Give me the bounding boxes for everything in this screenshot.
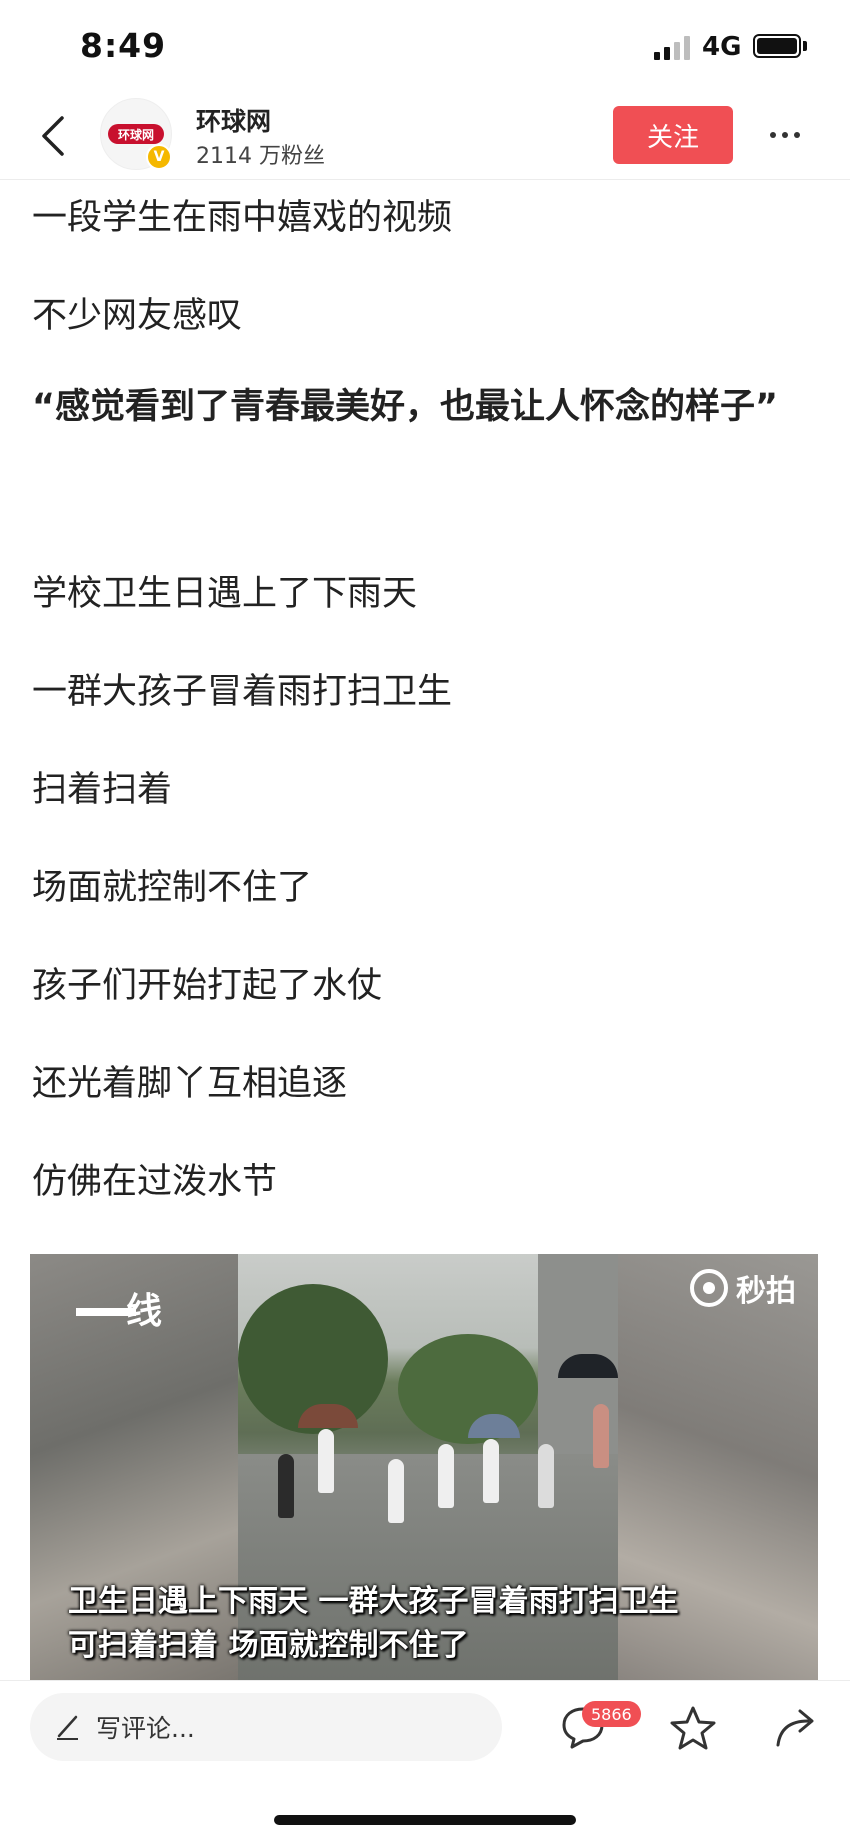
pencil-icon bbox=[57, 1715, 78, 1740]
video-subtitle: 可扫着扫着 场面就控制不住了 bbox=[68, 1628, 469, 1663]
battery-tip bbox=[803, 41, 807, 51]
comment-input[interactable]: 写评论... bbox=[30, 1693, 502, 1761]
network-label: 4G bbox=[702, 32, 742, 62]
more-button[interactable] bbox=[760, 112, 810, 158]
paragraph: 仿佛在过泼水节 bbox=[32, 1162, 278, 1202]
battery-icon bbox=[753, 34, 801, 58]
paragraph: 场面就控制不住了 bbox=[32, 868, 313, 908]
bottom-action-bar: 写评论... 5866 bbox=[0, 1680, 850, 1840]
paragraph: 孩子们开始打起了水仗 bbox=[32, 966, 383, 1006]
channel-logo: 线 bbox=[76, 1274, 176, 1334]
comment-count-badge: 5866 bbox=[582, 1701, 641, 1727]
star-icon bbox=[670, 1706, 716, 1750]
signal-icon bbox=[654, 34, 692, 60]
share-button[interactable] bbox=[772, 1703, 822, 1753]
back-button[interactable] bbox=[30, 106, 74, 166]
article-header: 环球网 V 环球网 2114 万粉丝 关注 bbox=[0, 92, 850, 180]
avatar-logo: 环球网 bbox=[108, 124, 164, 144]
home-indicator[interactable] bbox=[274, 1815, 576, 1825]
status-bar: 8:49 4G bbox=[0, 0, 850, 92]
quote-paragraph: “感觉看到了青春最美好，也最让人怀念的样子” bbox=[32, 387, 779, 427]
status-time: 8:49 bbox=[80, 26, 167, 65]
share-arrow-icon bbox=[776, 1709, 814, 1747]
more-dots-icon bbox=[770, 132, 776, 138]
video-subtitle: 卫生日遇上下雨天 一群大孩子冒着雨打扫卫生 bbox=[68, 1584, 679, 1619]
paragraph: 一群大孩子冒着雨打扫卫生 bbox=[32, 672, 453, 712]
follow-button[interactable]: 关注 bbox=[613, 106, 733, 164]
watermark: 秒拍 bbox=[690, 1266, 796, 1310]
paragraph: 扫着扫着 bbox=[32, 770, 173, 810]
verified-badge: V bbox=[146, 144, 172, 170]
paragraph: 还光着脚丫互相追逐 bbox=[32, 1064, 348, 1104]
account-name[interactable]: 环球网 bbox=[196, 102, 271, 138]
paragraph: 学校卫生日遇上了下雨天 bbox=[32, 574, 418, 614]
fans-count: 2114 万粉丝 bbox=[196, 144, 325, 169]
video-player[interactable]: 线 秒拍 卫生日遇上下雨天 一群大孩子冒着雨打扫卫生 可扫着扫着 场面就控制不住… bbox=[30, 1254, 818, 1680]
paragraph: 不少网友感叹 bbox=[32, 296, 243, 336]
chevron-left-icon bbox=[42, 116, 64, 156]
camera-icon bbox=[690, 1269, 728, 1307]
favorite-button[interactable] bbox=[668, 1703, 718, 1753]
comment-placeholder: 写评论... bbox=[96, 1714, 195, 1743]
paragraph: 一段学生在雨中嬉戏的视频 bbox=[32, 198, 453, 238]
